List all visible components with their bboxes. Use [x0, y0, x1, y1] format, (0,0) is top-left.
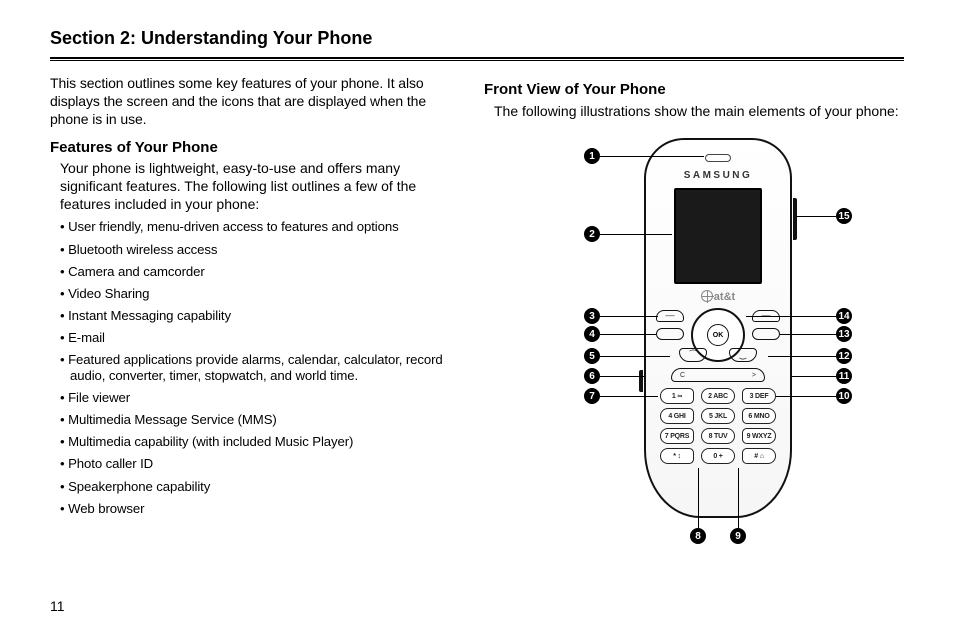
key-4: 4 GHI — [660, 408, 694, 424]
feature-item: E-mail — [60, 330, 458, 346]
feature-item: File viewer — [60, 390, 458, 406]
clear-c: C — [680, 372, 685, 379]
lead-line — [698, 468, 699, 528]
callout-10: 10 — [836, 388, 852, 404]
feature-item: Speakerphone capability — [60, 479, 458, 495]
end-key: ⏝ — [729, 348, 757, 362]
key-9: 9 WXYZ — [742, 428, 776, 444]
callout-11: 11 — [836, 368, 852, 384]
carrier-text: at&t — [714, 291, 735, 303]
lead-line — [600, 156, 704, 157]
clear-right: > — [752, 372, 756, 379]
callout-14: 14 — [836, 308, 852, 324]
callout-15: 15 — [836, 208, 852, 224]
phone-outline: SAMSUNG at&t OK ⏜ ⏝ C — [644, 138, 792, 518]
intro-text: This section outlines some key features … — [50, 75, 458, 129]
callout-12: 12 — [836, 348, 852, 364]
phone-figure: SAMSUNG at&t OK ⏜ ⏝ C — [524, 134, 904, 564]
key-3: 3 DEF — [742, 388, 776, 404]
callout-2: 2 — [584, 226, 600, 242]
feature-item: Video Sharing — [60, 286, 458, 302]
lead-line — [780, 334, 836, 335]
lead-line — [600, 316, 658, 317]
clear-row: C > — [671, 368, 765, 382]
right-column: Front View of Your Phone The following i… — [484, 75, 904, 564]
key-6: 6 MNO — [742, 408, 776, 424]
feature-item: Multimedia Message Service (MMS) — [60, 412, 458, 428]
right-midkey — [752, 328, 780, 340]
lead-line — [792, 376, 836, 377]
lead-line — [776, 396, 836, 397]
callout-9: 9 — [730, 528, 746, 544]
front-view-intro: The following illustrations show the mai… — [494, 102, 904, 120]
side-button-top — [793, 198, 797, 240]
divider — [50, 60, 904, 61]
keypad: 1 ∞ 2 ABC 3 DEF 4 GHI 5 JKL 6 MNO 7 PQRS… — [660, 388, 776, 468]
feature-item: Instant Messaging capability — [60, 308, 458, 324]
key-7: 7 PQRS — [660, 428, 694, 444]
lead-line — [600, 356, 670, 357]
callout-13: 13 — [836, 326, 852, 342]
talk-key: ⏜ — [679, 348, 707, 362]
feature-item: Web browser — [60, 501, 458, 517]
earpiece — [705, 154, 731, 162]
callout-5: 5 — [584, 348, 600, 364]
screen — [674, 188, 762, 284]
lead-line — [738, 468, 739, 528]
callout-1: 1 — [584, 148, 600, 164]
page-number: 11 — [50, 598, 65, 614]
callout-8: 8 — [690, 528, 706, 544]
key-8: 8 TUV — [701, 428, 735, 444]
talk-end-row: ⏜ ⏝ — [679, 348, 757, 362]
section-title: Section 2: Understanding Your Phone — [50, 28, 904, 59]
features-list: User friendly, menu-driven access to fea… — [60, 219, 458, 516]
lead-line — [600, 396, 658, 397]
brand-label: SAMSUNG — [644, 170, 792, 181]
ok-key: OK — [707, 324, 729, 346]
key-pound: # ⌂ — [742, 448, 776, 464]
features-heading: Features of Your Phone — [50, 139, 458, 156]
left-softkey — [656, 310, 684, 322]
lead-line — [600, 376, 644, 377]
key-5: 5 JKL — [701, 408, 735, 424]
callout-7: 7 — [584, 388, 600, 404]
feature-item: User friendly, menu-driven access to fea… — [60, 219, 458, 235]
front-view-heading: Front View of Your Phone — [484, 81, 904, 98]
key-star: * ↕ — [660, 448, 694, 464]
left-midkey — [656, 328, 684, 340]
feature-item: Camera and camcorder — [60, 264, 458, 280]
lead-line — [746, 316, 836, 317]
callout-3: 3 — [584, 308, 600, 324]
callout-4: 4 — [584, 326, 600, 342]
feature-item: Bluetooth wireless access — [60, 242, 458, 258]
feature-item: Multimedia capability (with included Mus… — [60, 434, 458, 450]
carrier-label: at&t — [644, 290, 792, 303]
lead-line — [600, 234, 672, 235]
key-1: 1 ∞ — [660, 388, 694, 404]
features-lead: Your phone is lightweight, easy-to-use a… — [60, 160, 458, 214]
lead-line — [768, 356, 836, 357]
callout-6: 6 — [584, 368, 600, 384]
lead-line — [600, 334, 656, 335]
feature-item: Photo caller ID — [60, 456, 458, 472]
lead-line — [796, 216, 836, 217]
key-0: 0 + — [701, 448, 735, 464]
key-2: 2 ABC — [701, 388, 735, 404]
feature-item: Featured applications provide alarms, ca… — [60, 352, 458, 384]
side-button-cam — [639, 370, 643, 392]
left-column: This section outlines some key features … — [50, 75, 458, 564]
